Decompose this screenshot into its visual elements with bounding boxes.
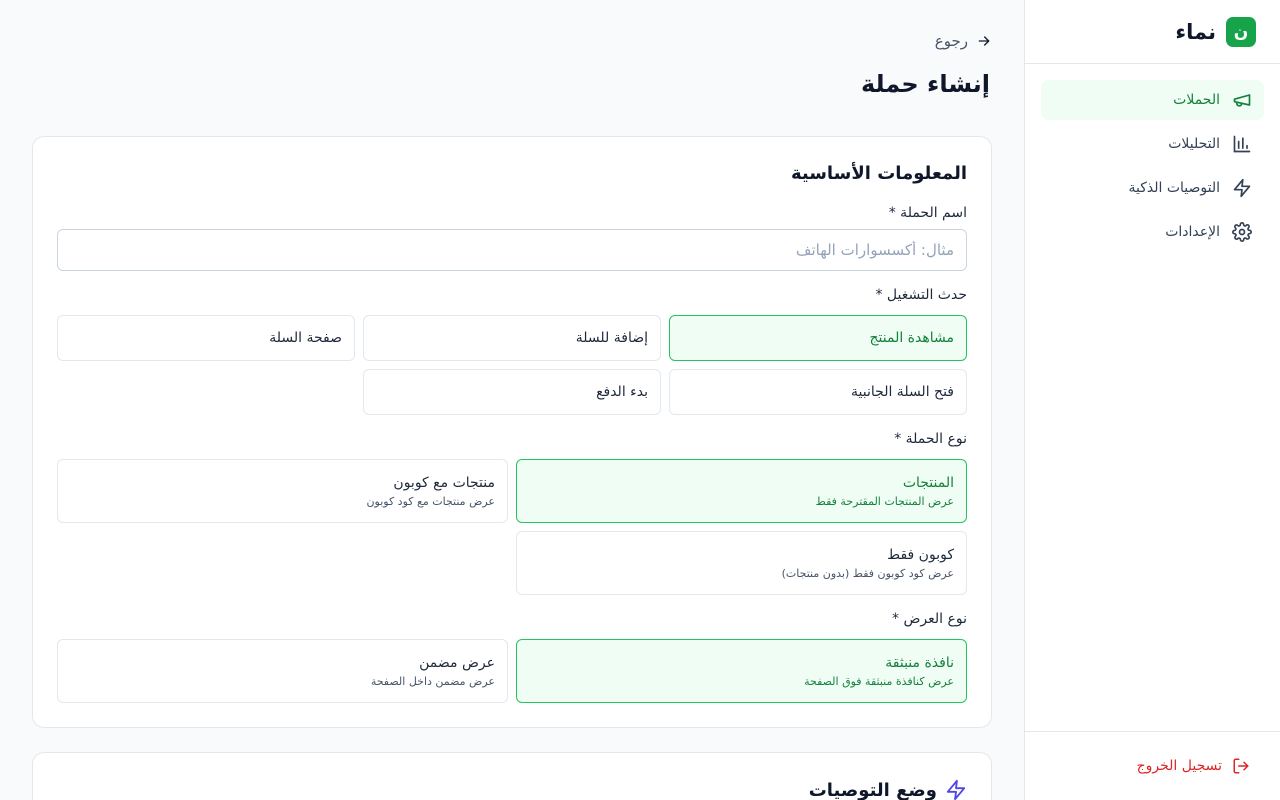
option-desc: عرض كنافذة منبثقة فوق الصفحة: [804, 674, 954, 688]
logout-button[interactable]: تسجيل الخروج: [1025, 731, 1280, 800]
option-desc: عرض كود كوبون فقط (بدون منتجات): [781, 566, 954, 580]
type-option-coupon-only[interactable]: كوبون فقط عرض كود كوبون فقط (بدون منتجات…: [516, 531, 967, 595]
sidebar-item-campaigns[interactable]: الحملات: [1041, 80, 1264, 120]
brand-name: نماء: [1175, 19, 1216, 44]
sidebar-nav: الحملات التحليلات التوصيات الذكية الإعدا…: [1025, 64, 1280, 268]
option-title: منتجات مع كوبون: [393, 474, 495, 491]
trigger-option-checkout[interactable]: بدء الدفع: [363, 369, 661, 415]
sidebar-item-label: الإعدادات: [1165, 224, 1220, 240]
trigger-label: حدث التشغيل *: [875, 287, 967, 303]
lightning-icon: [946, 779, 966, 800]
campaign-name-label: اسم الحملة *: [888, 205, 967, 221]
trigger-option-side-cart[interactable]: فتح السلة الجانبية: [669, 369, 967, 415]
bar-chart-icon: [1233, 135, 1251, 153]
back-label: رجوع: [934, 32, 968, 50]
logout-icon: [1233, 758, 1249, 774]
page-title: إنشاء حملة: [860, 70, 990, 98]
back-link[interactable]: رجوع: [935, 32, 992, 50]
sidebar-item-smart-recommendations[interactable]: التوصيات الذكية: [1041, 168, 1264, 208]
option-title: المنتجات: [902, 474, 954, 491]
recommendations-mode-card: وضع التوصيات: [32, 752, 992, 800]
option-title: كوبون فقط: [887, 546, 954, 563]
display-type-label: نوع العرض *: [892, 611, 967, 627]
option-label: مشاهدة المنتج: [869, 330, 954, 346]
sidebar-item-label: التوصيات الذكية: [1128, 180, 1220, 196]
type-option-products-coupon[interactable]: منتجات مع كوبون عرض منتجات مع كود كوبون: [57, 459, 508, 523]
display-option-inline[interactable]: عرض مضمن عرض مضمن داخل الصفحة: [57, 639, 508, 703]
campaign-type-label: نوع الحملة *: [894, 431, 967, 447]
sidebar-item-settings[interactable]: الإعدادات: [1041, 212, 1264, 252]
option-desc: عرض المنتجات المقترحة فقط: [815, 494, 954, 508]
sidebar-item-label: التحليلات: [1168, 136, 1220, 152]
reco-title: وضع التوصيات: [57, 779, 967, 800]
lightning-icon: [1233, 178, 1251, 198]
sidebar-item-label: الحملات: [1173, 92, 1220, 108]
option-desc: عرض مضمن داخل الصفحة: [370, 674, 495, 688]
sidebar: ن نماء الحملات التحليلات التوصيات الذكية…: [1024, 0, 1280, 800]
arrow-right-icon: [978, 36, 990, 46]
option-label: صفحة السلة: [269, 330, 342, 346]
display-option-popup[interactable]: نافذة منبثقة عرض كنافذة منبثقة فوق الصفح…: [516, 639, 967, 703]
option-label: بدء الدفع: [596, 384, 648, 400]
option-title: نافذة منبثقة: [885, 654, 954, 671]
main-content: رجوع إنشاء حملة المعلومات الأساسية اسم ا…: [0, 0, 1024, 800]
brand: ن نماء: [1025, 0, 1280, 64]
option-label: إضافة للسلة: [575, 330, 648, 346]
option-label: فتح السلة الجانبية: [851, 384, 954, 400]
trigger-option-add-to-cart[interactable]: إضافة للسلة: [363, 315, 661, 361]
option-desc: عرض منتجات مع كود كوبون: [366, 494, 495, 508]
card-title: المعلومات الأساسية: [790, 163, 967, 184]
reco-title-label: وضع التوصيات: [808, 779, 937, 800]
gear-icon: [1232, 222, 1252, 242]
trigger-option-cart-page[interactable]: صفحة السلة: [57, 315, 355, 361]
brand-logo: ن: [1226, 16, 1256, 47]
campaign-name-input[interactable]: [57, 229, 967, 271]
megaphone-icon: [1233, 94, 1251, 107]
trigger-option-product-view[interactable]: مشاهدة المنتج: [669, 315, 967, 361]
logout-label: تسجيل الخروج: [1136, 758, 1222, 774]
basic-info-card: المعلومات الأساسية اسم الحملة * حدث التش…: [32, 136, 992, 728]
option-title: عرض مضمن: [419, 654, 495, 671]
type-option-products[interactable]: المنتجات عرض المنتجات المقترحة فقط: [516, 459, 967, 523]
sidebar-item-analytics[interactable]: التحليلات: [1041, 124, 1264, 164]
